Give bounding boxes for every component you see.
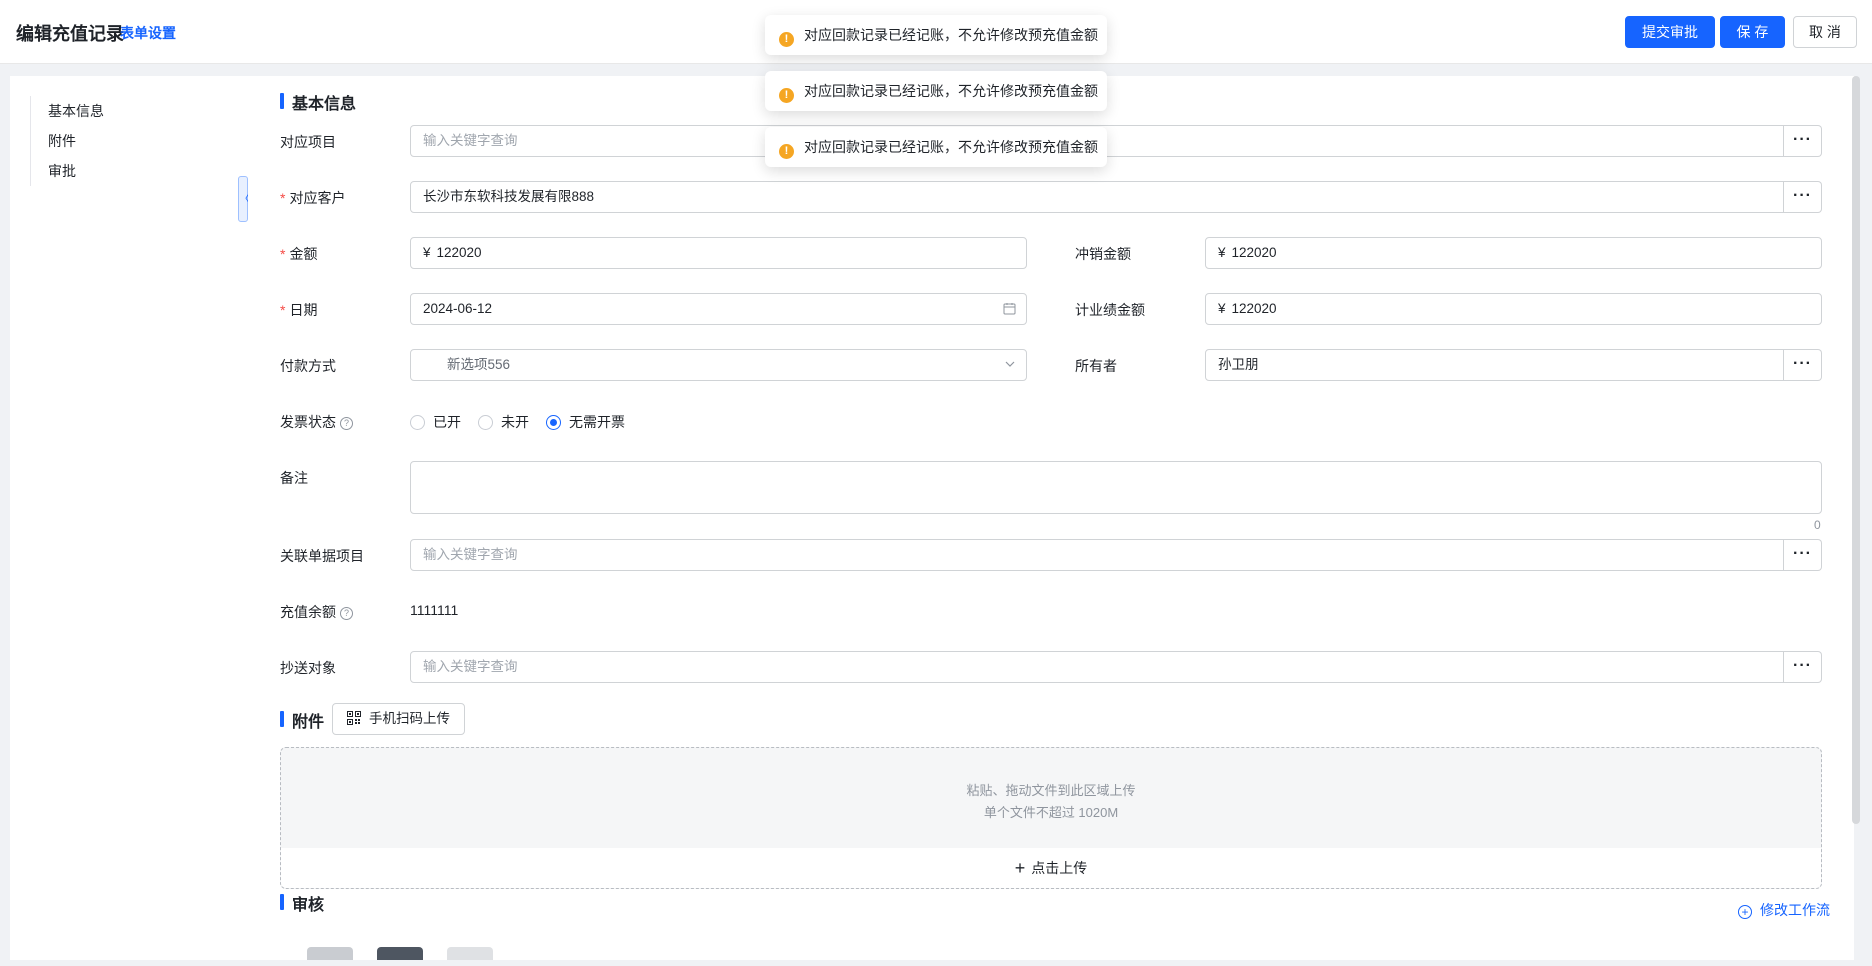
- balance-label: 充值余额?: [280, 602, 353, 622]
- owner-input[interactable]: 孙卫朋: [1205, 349, 1784, 381]
- remark-label: 备注: [280, 470, 308, 486]
- radio-circle: [478, 415, 493, 430]
- avatar: [377, 947, 423, 960]
- click-upload-button[interactable]: + 点击上传: [281, 848, 1821, 888]
- cc-input[interactable]: 输入关键字查询: [410, 651, 1784, 683]
- sidebar-item-attachments[interactable]: 附件: [48, 131, 76, 151]
- chevron-down-icon: [1004, 350, 1016, 380]
- required-mark: *: [280, 302, 286, 318]
- calendar-icon: [1003, 294, 1016, 324]
- writeoff-label: 冲销金额: [1075, 246, 1131, 262]
- question-circle-icon[interactable]: ?: [340, 607, 353, 620]
- invoice-radio-not-issued[interactable]: 未开: [478, 412, 529, 432]
- anchor-sidebar: 基本信息 附件 审批: [10, 76, 248, 960]
- currency-prefix: ¥: [1218, 245, 1226, 260]
- toast-message: ! 对应回款记录已经记账，不允许修改预充值金额: [765, 127, 1107, 167]
- submit-approval-button[interactable]: 提交审批: [1625, 16, 1715, 48]
- performance-label: 计业绩金额: [1075, 302, 1145, 318]
- amount-input[interactable]: ¥122020: [410, 237, 1027, 269]
- date-picker[interactable]: 2024-06-12: [410, 293, 1027, 325]
- customer-input[interactable]: 长沙市东软科技发展有限888: [410, 181, 1784, 213]
- save-button[interactable]: 保 存: [1720, 16, 1785, 48]
- size-hint: 单个文件不超过 1020M: [983, 805, 1119, 820]
- avatar: [447, 947, 493, 960]
- ellipsis-icon: ···: [1793, 187, 1812, 204]
- radio-circle-checked: [546, 415, 561, 430]
- required-mark: *: [280, 246, 286, 262]
- payment-select[interactable]: 新选项556: [410, 349, 1027, 381]
- owner-more-button[interactable]: ···: [1784, 349, 1822, 381]
- section-title-basic: 基本信息: [280, 90, 356, 114]
- vertical-scrollbar[interactable]: [1852, 76, 1860, 824]
- warning-icon: !: [779, 144, 794, 159]
- form-settings-link[interactable]: 表单设置: [120, 23, 176, 43]
- avatar: [307, 947, 353, 960]
- section-title-review: 审核: [280, 891, 324, 915]
- anchor-line: [30, 96, 31, 186]
- plus-icon: +: [1014, 858, 1026, 878]
- file-dropzone[interactable]: 粘贴、拖动文件到此区域上传 单个文件不超过 1020M + 点击上传: [280, 747, 1822, 889]
- warning-icon: !: [779, 88, 794, 103]
- date-label: * 日期: [280, 302, 318, 318]
- ellipsis-icon: ···: [1793, 131, 1812, 148]
- payment-label: 付款方式: [280, 358, 336, 374]
- qrcode-icon: [347, 706, 361, 725]
- toast-message: ! 对应回款记录已经记账，不允许修改预充值金额: [765, 71, 1107, 111]
- sidebar-item-approval[interactable]: 审批: [48, 161, 76, 181]
- related-input[interactable]: 输入关键字查询: [410, 539, 1784, 571]
- customer-label: * 对应客户: [280, 190, 346, 206]
- invoice-label: 发票状态?: [280, 412, 353, 432]
- radio-circle: [410, 415, 425, 430]
- page-title: 编辑充值记录: [16, 24, 124, 44]
- project-label: 对应项目: [280, 134, 336, 150]
- owner-label: 所有者: [1075, 358, 1117, 374]
- sidebar-collapse-button[interactable]: 〈: [238, 176, 250, 222]
- amount-label: * 金额: [280, 246, 318, 262]
- qr-upload-button[interactable]: 手机扫码上传: [332, 703, 465, 735]
- required-mark: *: [280, 190, 286, 206]
- invoice-radio-issued[interactable]: 已开: [410, 412, 461, 432]
- performance-input[interactable]: ¥122020: [1205, 293, 1822, 325]
- form-main: 基本信息 对应项目 输入关键字查询 ··· * 对应客户 长沙市东软科技发展有限8…: [248, 76, 1854, 960]
- cancel-button[interactable]: 取 消: [1793, 16, 1857, 48]
- remark-textarea[interactable]: [410, 461, 1822, 514]
- remark-char-counter: 0: [1814, 518, 1821, 532]
- question-circle-icon[interactable]: ?: [340, 417, 353, 430]
- writeoff-input[interactable]: ¥122020: [1205, 237, 1822, 269]
- drop-hint: 粘贴、拖动文件到此区域上传: [966, 783, 1136, 798]
- ellipsis-icon: ···: [1793, 545, 1812, 562]
- currency-prefix: ¥: [423, 245, 431, 260]
- toast-message: ! 对应回款记录已经记账，不允许修改预充值金额: [765, 15, 1107, 55]
- related-more-button[interactable]: ···: [1784, 539, 1822, 571]
- plus-circle-icon: +: [1738, 905, 1752, 919]
- modify-workflow-link[interactable]: + 修改工作流: [1738, 900, 1830, 920]
- ellipsis-icon: ···: [1793, 657, 1812, 674]
- warning-icon: !: [779, 32, 794, 47]
- balance-value: 1111111: [410, 602, 459, 618]
- customer-more-button[interactable]: ···: [1784, 181, 1822, 213]
- ellipsis-icon: ···: [1793, 355, 1812, 372]
- sidebar-item-basic-info[interactable]: 基本信息: [48, 101, 104, 121]
- currency-prefix: ¥: [1218, 301, 1226, 316]
- cc-label: 抄送对象: [280, 660, 336, 676]
- project-more-button[interactable]: ···: [1784, 125, 1822, 157]
- section-title-attachments: 附件: [280, 708, 324, 732]
- cc-more-button[interactable]: ···: [1784, 651, 1822, 683]
- related-label: 关联单据项目: [280, 548, 364, 564]
- invoice-radio-not-required[interactable]: 无需开票: [546, 412, 625, 432]
